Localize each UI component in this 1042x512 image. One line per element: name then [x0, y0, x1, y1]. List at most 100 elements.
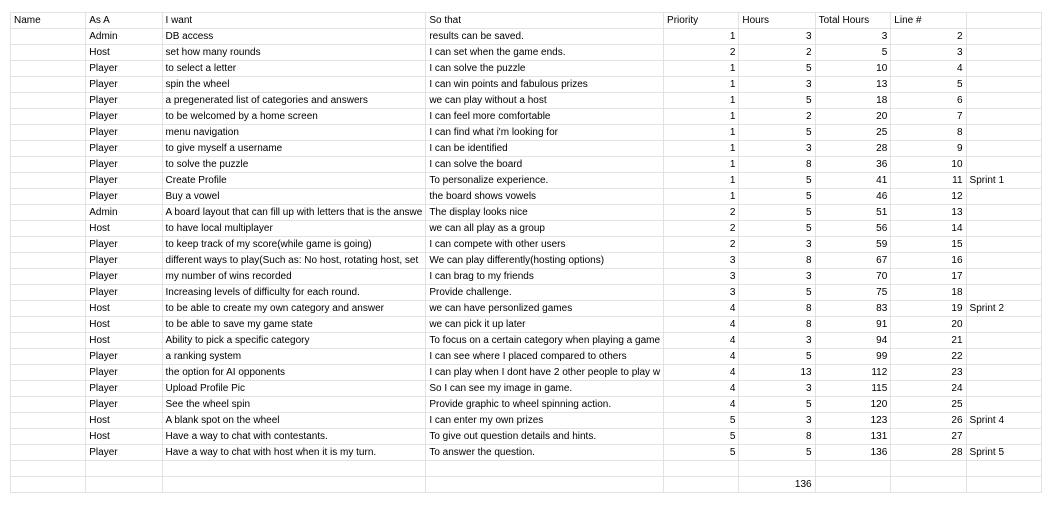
cell-name[interactable] — [9, 108, 87, 125]
cell-line-number[interactable]: 22 — [890, 348, 967, 365]
cell-as-a[interactable]: Host — [85, 44, 163, 61]
cell-line-number[interactable]: 2 — [890, 28, 967, 45]
cell-total-hours[interactable]: 94 — [814, 332, 892, 349]
cell-so-that[interactable]: the board shows vowels — [425, 188, 665, 205]
cell-sprint[interactable] — [965, 140, 1042, 157]
cell-sprint[interactable] — [965, 108, 1042, 125]
cell-priority[interactable]: 5 — [663, 412, 740, 429]
cell-so-that[interactable]: To personalize experience. — [425, 172, 665, 189]
cell-priority[interactable]: 1 — [663, 76, 740, 93]
cell-as-a[interactable]: Player — [85, 348, 163, 365]
cell-i-want[interactable]: set how many rounds — [161, 44, 427, 61]
cell-sprint[interactable] — [965, 364, 1042, 381]
cell-so-that[interactable]: So I can see my image in game. — [425, 380, 665, 397]
cell-priority[interactable]: 1 — [663, 172, 740, 189]
cell-as-a[interactable]: Player — [85, 268, 163, 285]
cell-hours[interactable]: 5 — [738, 284, 816, 301]
cell-sprint[interactable] — [965, 348, 1042, 365]
cell-as-a[interactable]: Host — [85, 220, 163, 237]
cell-i-want[interactable]: the option for AI opponents — [161, 364, 427, 381]
cell-as-a[interactable]: Host — [85, 300, 163, 317]
cell-so-that[interactable]: I can see where I placed compared to oth… — [425, 348, 665, 365]
cell-so-that[interactable]: we can all play as a group — [425, 220, 665, 237]
cell-name[interactable] — [9, 396, 87, 413]
cell-line-number[interactable]: 5 — [890, 76, 967, 93]
cell-sprint[interactable] — [965, 396, 1042, 413]
cell-name[interactable] — [9, 124, 87, 141]
cell-priority[interactable]: 4 — [663, 396, 740, 413]
cell-line-number[interactable]: 19 — [890, 300, 967, 317]
cell-name[interactable] — [9, 412, 87, 429]
cell-hours[interactable]: 8 — [738, 316, 816, 333]
cell-name[interactable] — [9, 172, 87, 189]
cell-priority[interactable]: 4 — [663, 300, 740, 317]
cell-as-a[interactable]: Player — [85, 140, 163, 157]
cell-name[interactable] — [9, 380, 87, 397]
cell-line-number[interactable]: 9 — [890, 140, 967, 157]
cell-priority[interactable]: 5 — [663, 444, 740, 461]
cell-i-want[interactable]: Have a way to chat with contestants. — [161, 428, 427, 445]
cell-total-hours[interactable]: 136 — [814, 444, 892, 461]
cell-sprint[interactable]: Sprint 2 — [965, 300, 1042, 317]
cell-line-number[interactable]: 18 — [890, 284, 967, 301]
cell-as-a[interactable]: Player — [85, 364, 163, 381]
cell-as-a[interactable]: Host — [85, 316, 163, 333]
cell-i-want[interactable]: my number of wins recorded — [161, 268, 427, 285]
cell-sprint[interactable] — [965, 316, 1042, 333]
cell-sprint[interactable] — [965, 428, 1042, 445]
cell-sprint[interactable] — [965, 60, 1042, 77]
cell-name[interactable] — [9, 252, 87, 269]
cell-line-number[interactable]: 4 — [890, 60, 967, 77]
cell-total-hours[interactable]: 51 — [814, 204, 892, 221]
cell-so-that[interactable]: I can solve the board — [425, 156, 665, 173]
cell-priority[interactable]: 4 — [663, 364, 740, 381]
cell-priority[interactable]: 4 — [663, 380, 740, 397]
cell-so-that[interactable]: Provide challenge. — [425, 284, 665, 301]
cell-line-number[interactable]: 3 — [890, 44, 967, 61]
cell-hours[interactable]: 5 — [738, 92, 816, 109]
cell-hours[interactable]: 5 — [738, 348, 816, 365]
cell-name[interactable] — [9, 92, 87, 109]
cell-hours[interactable]: 13 — [738, 364, 816, 381]
cell-as-a[interactable]: Player — [85, 284, 163, 301]
cell-sprint[interactable] — [965, 204, 1042, 221]
cell-i-want[interactable]: Buy a vowel — [161, 188, 427, 205]
cell-priority[interactable]: 1 — [663, 156, 740, 173]
cell-name[interactable] — [9, 188, 87, 205]
cell-line-number[interactable]: 6 — [890, 92, 967, 109]
cell-name[interactable] — [9, 60, 87, 77]
cell-total-hours[interactable]: 5 — [814, 44, 892, 61]
cell-priority[interactable]: 3 — [663, 252, 740, 269]
cell-name[interactable] — [9, 300, 87, 317]
cell-total-hours[interactable]: 99 — [814, 348, 892, 365]
cell-name[interactable] — [9, 236, 87, 253]
cell-hours[interactable]: 5 — [738, 124, 816, 141]
cell-so-that[interactable]: I can solve the puzzle — [425, 60, 665, 77]
header-cell-sprint[interactable] — [965, 12, 1042, 29]
cell-sprint[interactable] — [965, 252, 1042, 269]
cell-i-want[interactable]: to give myself a username — [161, 140, 427, 157]
cell-line-number[interactable]: 25 — [890, 396, 967, 413]
cell-sprint[interactable] — [965, 92, 1042, 109]
header-cell-as-a[interactable]: As A — [85, 12, 163, 29]
empty-cell[interactable] — [161, 476, 427, 493]
cell-hours[interactable]: 5 — [738, 396, 816, 413]
empty-cell[interactable] — [965, 460, 1042, 477]
cell-i-want[interactable]: A board layout that can fill up with let… — [161, 204, 427, 221]
cell-hours[interactable]: 5 — [738, 172, 816, 189]
empty-cell[interactable] — [9, 476, 87, 493]
empty-cell[interactable] — [890, 476, 967, 493]
cell-line-number[interactable]: 13 — [890, 204, 967, 221]
cell-so-that[interactable]: We can play differently(hosting options) — [425, 252, 665, 269]
cell-priority[interactable]: 1 — [663, 92, 740, 109]
cell-name[interactable] — [9, 204, 87, 221]
cell-priority[interactable]: 1 — [663, 28, 740, 45]
cell-line-number[interactable]: 7 — [890, 108, 967, 125]
cell-total-hours[interactable]: 75 — [814, 284, 892, 301]
empty-cell[interactable] — [425, 476, 665, 493]
cell-name[interactable] — [9, 44, 87, 61]
cell-hours[interactable]: 3 — [738, 268, 816, 285]
cell-sprint[interactable]: Sprint 5 — [965, 444, 1042, 461]
cell-sprint[interactable] — [965, 156, 1042, 173]
cell-hours[interactable]: 3 — [738, 412, 816, 429]
